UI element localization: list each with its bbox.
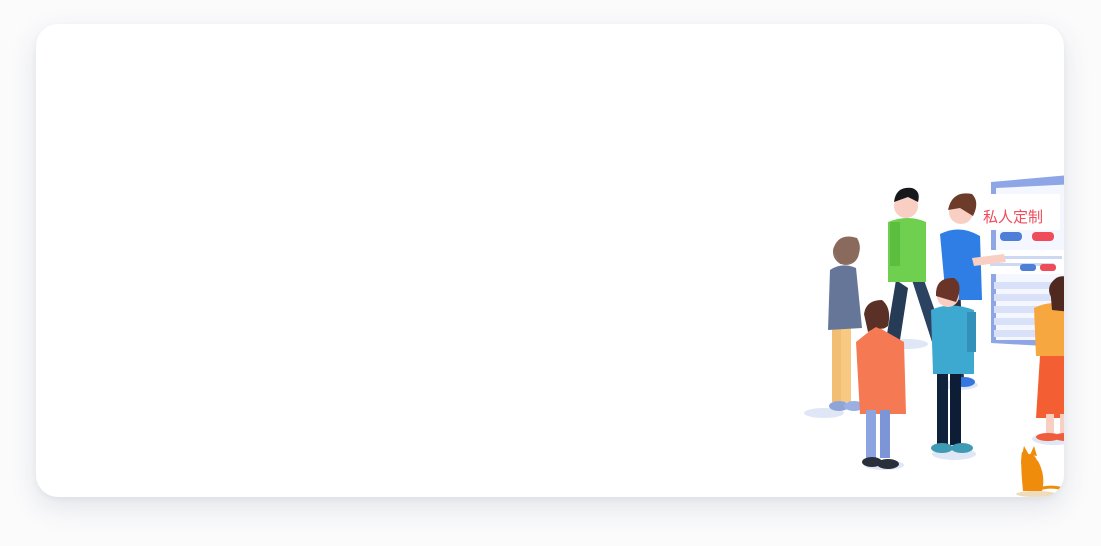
- team-illustration: 私人定制: [784, 160, 1064, 497]
- page-background: 私人定制: [0, 0, 1101, 546]
- team-illustration-svg: 私人定制: [804, 175, 1064, 497]
- cat-icon: [1016, 446, 1064, 497]
- board-title: 私人定制: [983, 208, 1043, 226]
- content-card: 私人定制: [36, 24, 1064, 497]
